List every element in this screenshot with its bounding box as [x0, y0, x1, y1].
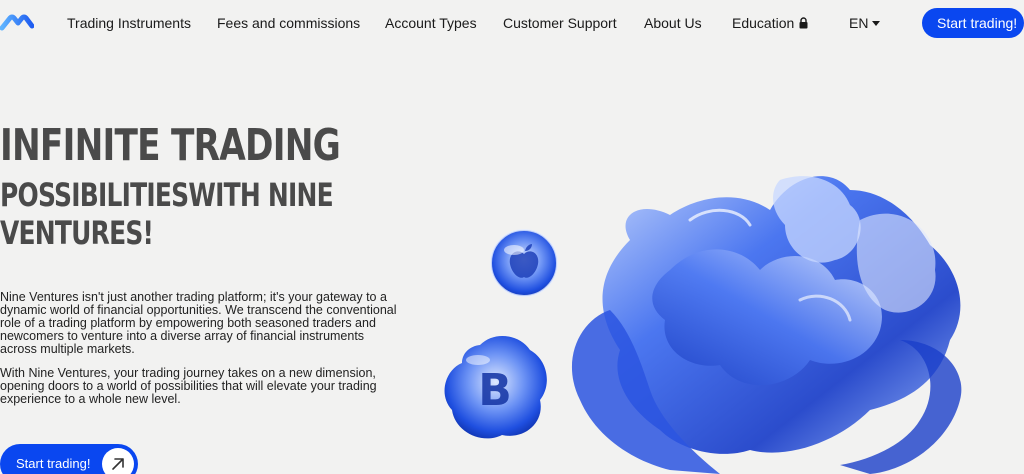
hero-title-line-2: POSSIBILITIESWITH NINE — [0, 176, 334, 214]
hero-title-line-1: INFINITE TRADING — [0, 120, 341, 171]
glass-sculpture — [571, 176, 962, 474]
logo-icon[interactable] — [0, 12, 34, 34]
nav-account-types[interactable]: Account Types — [385, 15, 477, 31]
arrow-up-right-icon — [112, 458, 124, 470]
language-label: EN — [849, 15, 869, 31]
start-trading-nav-button[interactable]: Start trading! — [922, 8, 1024, 38]
bitcoin-token: B — [444, 335, 547, 439]
nav-about-us[interactable]: About Us — [644, 15, 702, 31]
hero-illustration: B — [444, 176, 962, 474]
top-navigation: Trading Instruments Fees and commissions… — [0, 0, 1024, 46]
nav-education[interactable]: Education — [732, 15, 808, 31]
start-trading-hero-button[interactable]: Start trading! — [0, 444, 138, 474]
nav-education-label: Education — [732, 15, 795, 31]
hero-paragraph-2: With Nine Ventures, your trading journey… — [0, 366, 377, 406]
hero-paragraph-1: Nine Ventures isn't just another trading… — [0, 290, 397, 356]
start-trading-hero-label: Start trading! — [16, 456, 91, 471]
lock-icon — [799, 17, 808, 29]
nav-customer-support[interactable]: Customer Support — [503, 15, 617, 31]
apple-orb — [490, 229, 558, 297]
language-selector[interactable]: EN — [849, 15, 881, 31]
hero-title-line-3: VENTURES! — [0, 214, 154, 252]
nav-fees-commissions[interactable]: Fees and commissions — [217, 15, 360, 31]
arrow-circle — [102, 448, 134, 474]
caret-down-icon — [872, 21, 881, 26]
bitcoin-icon: B — [478, 365, 512, 416]
nav-trading-instruments[interactable]: Trading Instruments — [67, 15, 191, 31]
